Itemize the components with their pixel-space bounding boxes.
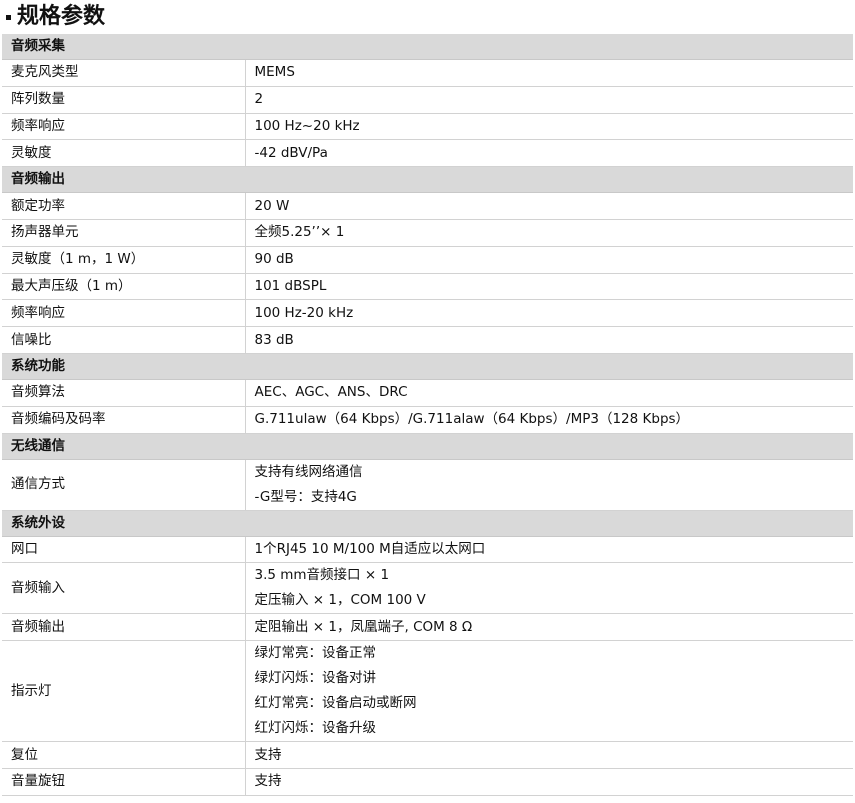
spec-key: 音频输入 xyxy=(2,562,246,615)
spec-value: G.711ulaw（64 Kbps）/G.711alaw（64 Kbps）/MP… xyxy=(245,406,853,434)
spec-value-line: AEC、AGC、ANS、DRC xyxy=(254,384,408,401)
section-header: 系统外设 xyxy=(2,510,853,537)
spec-value-line: -G型号：支持4G xyxy=(254,488,357,505)
spec-value: 绿灯常亮：设备正常 绿灯闪烁：设备对讲红灯常亮：设备启动或断网 红灯闪烁：设备升级 xyxy=(245,640,853,743)
table-row: 频率响应 100 Hz~20 kHz xyxy=(2,113,853,141)
table-row: 音频输出 定阻输出 × 1，凤凰端子, COM 8 Ω xyxy=(2,613,853,642)
spec-key: 频率响应 xyxy=(2,113,246,141)
table-row: 指示灯 绿灯常亮：设备正常 绿灯闪烁：设备对讲红灯常亮：设备启动或断网 红灯闪烁：设备… xyxy=(2,640,853,743)
spec-value-line: G.711ulaw（64 Kbps）/G.711alaw（64 Kbps）/MP… xyxy=(254,411,690,428)
section-title: 音频输出 xyxy=(2,166,853,194)
spec-value-line: 红灯常亮：设备启动或断网 xyxy=(254,695,417,712)
section-header: 无线通信 xyxy=(2,433,853,460)
spec-value-line: 100 Hz~20 kHz xyxy=(254,117,360,134)
table-row: 通信方式 支持有线网络通信 -G型号：支持4G xyxy=(2,459,853,511)
title-bullet-icon xyxy=(6,14,11,20)
table-row: 音频算法 AEC、AGC、ANS、DRC xyxy=(2,379,853,407)
spec-key: 阵列数量 xyxy=(2,86,246,114)
spec-key: 频率响应 xyxy=(2,299,246,328)
spec-value: 100 Hz-20 kHz xyxy=(245,299,853,328)
spec-key: 指示灯 xyxy=(2,640,246,743)
spec-key: 额定功率 xyxy=(2,192,246,220)
spec-value-line: 1个RJ45 10 M/100 M自适应以太网口 xyxy=(254,540,486,557)
spec-value: -42 dBV/Pa xyxy=(245,139,853,168)
spec-key: 麦克风类型 xyxy=(2,59,246,87)
spec-key: 音频输出 xyxy=(2,613,246,642)
section-title: 系统功能 xyxy=(2,353,853,380)
spec-key: 音频编码及码率 xyxy=(2,406,246,434)
spec-key: 网口 xyxy=(2,536,246,564)
table-row: 复位 支持 xyxy=(2,741,853,769)
spec-value-line: MEMS xyxy=(254,64,295,81)
spec-value-line: 绿灯常亮：设备正常 xyxy=(254,645,377,662)
section-title: 系统外设 xyxy=(2,510,853,537)
spec-value-line: 红灯闪烁：设备升级 xyxy=(254,720,377,737)
table-row: 频率响应 100 Hz-20 kHz xyxy=(2,299,853,328)
spec-key: 最大声压级（1 m） xyxy=(2,273,246,301)
spec-value: 90 dB xyxy=(245,246,853,274)
table-row: 麦克风类型 MEMS xyxy=(2,59,853,87)
spec-key: 扬声器单元 xyxy=(2,219,246,247)
spec-value: 支持 xyxy=(245,768,853,796)
spec-value-line: 100 Hz-20 kHz xyxy=(254,304,354,321)
spec-key: 灵敏度 xyxy=(2,139,246,168)
table-row: 信噪比 83 dB xyxy=(2,326,853,354)
table-row: 音频编码及码率 G.711ulaw（64 Kbps）/G.711alaw（64 K… xyxy=(2,406,853,434)
spec-value: 支持 xyxy=(245,741,853,769)
section-header: 音频采集 xyxy=(2,34,853,60)
spec-value: 83 dB xyxy=(245,326,853,354)
spec-value: MEMS xyxy=(245,59,853,87)
section-header: 系统功能 xyxy=(2,353,853,380)
table-row: 阵列数量 2 xyxy=(2,86,853,114)
spec-value: 3.5 mm音频接口 × 1 定压输入 × 1，COM 100 V xyxy=(245,562,853,615)
spec-value-line: 定压输入 × 1，COM 100 V xyxy=(254,592,426,609)
table-row: 网口 1个RJ45 10 M/100 M自适应以太网口 xyxy=(2,536,853,564)
spec-value: 1个RJ45 10 M/100 M自适应以太网口 xyxy=(245,536,853,564)
spec-value-line: 支持有线网络通信 xyxy=(254,463,363,480)
spec-value-line: 全频5.25’’× 1 xyxy=(254,224,345,241)
table-row: 灵敏度（1 m，1 W） 90 dB xyxy=(2,246,853,274)
spec-key: 复位 xyxy=(2,741,246,769)
table-row: 灵敏度 -42 dBV/Pa xyxy=(2,139,853,168)
spec-value: 支持有线网络通信 -G型号：支持4G xyxy=(245,459,853,511)
spec-value: 101 dBSPL xyxy=(245,273,853,301)
section-title: 无线通信 xyxy=(2,433,853,460)
spec-value-line: 定阻输出 × 1，凤凰端子, COM 8 Ω xyxy=(254,618,473,635)
spec-value-line: 支持 xyxy=(254,746,282,763)
spec-table-body: 音频采集 麦克风类型 MEMS 阵列数量 2 频率响应 100 Hz~20 kHz 灵敏度 -4… xyxy=(2,34,853,796)
section-title: 音频采集 xyxy=(2,34,853,60)
spec-value-line: 绿灯闪烁：设备对讲 xyxy=(254,670,377,687)
spec-value-line: -42 dBV/Pa xyxy=(254,144,328,161)
table-row: 扬声器单元 全频5.25’’× 1 xyxy=(2,219,853,247)
spec-value-line: 支持 xyxy=(254,773,282,790)
spec-key: 灵敏度（1 m，1 W） xyxy=(2,246,246,274)
spec-value-line: 83 dB xyxy=(254,331,294,348)
spec-key: 音频算法 xyxy=(2,379,246,407)
spec-value: 全频5.25’’× 1 xyxy=(245,219,853,247)
page-title-text: 规格参数 xyxy=(17,4,106,29)
spec-key: 音量旋钮 xyxy=(2,768,246,796)
spec-value: 20 W xyxy=(245,192,853,220)
table-row: 音频输入 3.5 mm音频接口 × 1 定压输入 × 1，COM 100 V xyxy=(2,562,853,615)
spec-value-line: 90 dB xyxy=(254,251,294,268)
spec-value-line: 20 W xyxy=(254,197,290,214)
table-row: 额定功率 20 W xyxy=(2,192,853,220)
page-title: 规格参数 xyxy=(0,0,855,34)
spec-value: 2 xyxy=(245,86,853,114)
spec-table: 音频采集 麦克风类型 MEMS 阵列数量 2 频率响应 100 Hz~20 kHz 灵敏度 -4… xyxy=(2,34,853,796)
spec-value: 100 Hz~20 kHz xyxy=(245,113,853,141)
spec-value: 定阻输出 × 1，凤凰端子, COM 8 Ω xyxy=(245,613,853,642)
spec-value-line: 3.5 mm音频接口 × 1 xyxy=(254,567,390,584)
table-row: 最大声压级（1 m） 101 dBSPL xyxy=(2,273,853,301)
spec-value-line: 101 dBSPL xyxy=(254,277,327,294)
spec-value: AEC、AGC、ANS、DRC xyxy=(245,379,853,407)
spec-key: 信噪比 xyxy=(2,326,246,354)
spec-key: 通信方式 xyxy=(2,459,246,511)
section-header: 音频输出 xyxy=(2,166,853,194)
spec-page: 规格参数 音频采集 麦克风类型 MEMS 阵列数量 2 频率响应 100 Hz~20 kHz… xyxy=(0,0,855,803)
table-row: 音量旋钮 支持 xyxy=(2,768,853,796)
spec-value-line: 2 xyxy=(254,91,264,108)
